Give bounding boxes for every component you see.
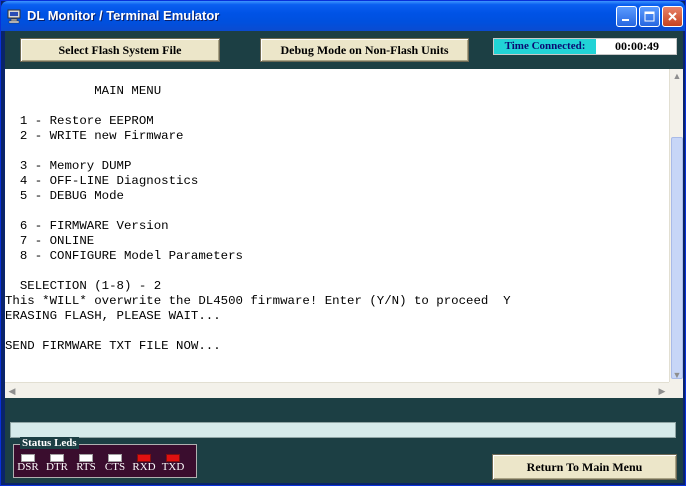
- computer-icon: [7, 9, 21, 24]
- led-rxd-label: RXD: [132, 461, 156, 473]
- maximize-icon: [644, 11, 655, 22]
- terminal-line: 5 - DEBUG Mode: [5, 189, 124, 203]
- app-window: DL Monitor / Terminal Emulator Select Fl…: [0, 0, 686, 486]
- title-bar[interactable]: DL Monitor / Terminal Emulator: [1, 1, 685, 31]
- time-connected-label: Time Connected:: [494, 39, 596, 54]
- led-cts-label: CTS: [104, 461, 126, 473]
- status-leds-group: Status Leds DSR DTR RTS CTS RXD TXD: [13, 437, 197, 478]
- terminal-line: SELECTION (1-8) - 2: [5, 279, 162, 293]
- terminal-line: SEND FIRMWARE TXT FILE NOW...: [5, 339, 221, 353]
- led-dsr-label: DSR: [17, 461, 39, 473]
- led-rts-label: RTS: [76, 461, 96, 473]
- terminal-line: 4 - OFF-LINE Diagnostics: [5, 174, 199, 188]
- minimize-button[interactable]: [616, 6, 637, 27]
- terminal-line: 2 - WRITE new Firmware: [5, 129, 184, 143]
- close-icon: [668, 12, 677, 21]
- terminal-text: MAIN MENU 1 - Restore EEPROM 2 - WRITE n…: [5, 69, 669, 354]
- terminal-output[interactable]: MAIN MENU 1 - Restore EEPROM 2 - WRITE n…: [5, 69, 669, 382]
- window-title: DL Monitor / Terminal Emulator: [27, 8, 220, 23]
- scroll-right-arrow-icon[interactable]: ▶: [655, 384, 669, 398]
- return-to-main-menu-button[interactable]: Return To Main Menu: [492, 454, 677, 480]
- terminal-line: 7 - ONLINE: [5, 234, 95, 248]
- led-txd-label: TXD: [161, 461, 185, 473]
- select-flash-file-button[interactable]: Select Flash System File: [20, 38, 220, 62]
- terminal-line: 1 - Restore EEPROM: [5, 114, 154, 128]
- transfer-progress-bar: [10, 422, 676, 438]
- led-dtr-label: DTR: [46, 461, 68, 473]
- debug-mode-button[interactable]: Debug Mode on Non-Flash Units: [260, 38, 469, 62]
- terminal-line: This *WILL* overwrite the DL4500 firmwar…: [5, 294, 511, 308]
- horizontal-scrollbar[interactable]: ◀ ▶: [5, 382, 669, 398]
- vertical-scrollbar[interactable]: ▲ ▼: [669, 69, 683, 382]
- toolbar: Select Flash System File Debug Mode on N…: [5, 31, 683, 69]
- time-connected-panel: Time Connected: 00:00:49: [493, 38, 677, 55]
- terminal-line: 3 - Memory DUMP: [5, 159, 132, 173]
- terminal-line: 8 - CONFIGURE Model Parameters: [5, 249, 243, 263]
- terminal-line: MAIN MENU: [5, 84, 162, 98]
- status-leds-title: Status Leds: [20, 437, 79, 449]
- minimize-icon: [622, 19, 629, 21]
- scroll-corner: [669, 382, 683, 398]
- maximize-button[interactable]: [639, 6, 660, 27]
- close-button[interactable]: [662, 6, 683, 27]
- time-connected-value: 00:00:49: [615, 39, 659, 53]
- scroll-left-arrow-icon[interactable]: ◀: [5, 384, 19, 398]
- terminal-line: ERASING FLASH, PLEASE WAIT...: [5, 309, 221, 323]
- terminal-line: 6 - FIRMWARE Version: [5, 219, 169, 233]
- scroll-up-arrow-icon[interactable]: ▲: [670, 69, 684, 83]
- scroll-down-arrow-icon[interactable]: ▼: [670, 368, 684, 382]
- status-bar: Status Leds DSR DTR RTS CTS RXD TXD Return To…: [5, 398, 683, 483]
- vertical-scroll-thumb[interactable]: [671, 137, 683, 379]
